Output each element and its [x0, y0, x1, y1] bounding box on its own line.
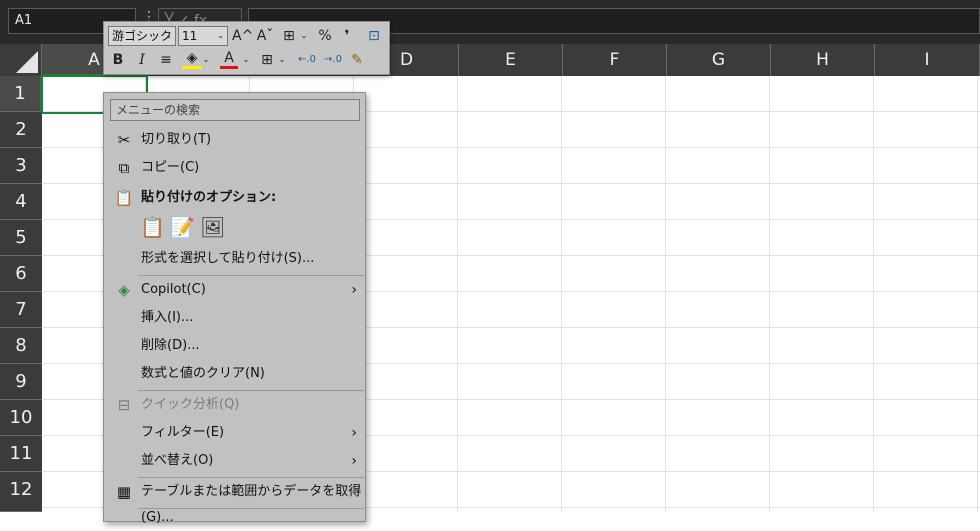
menu-item-label: テーブルまたは範囲からデータを取得(G)...	[141, 484, 362, 525]
row-header-2[interactable]: 2	[0, 112, 42, 148]
scissors-icon: ✂	[117, 131, 131, 149]
mini-toolbar: 游ゴシック ⌄ 11 ⌄ A^ Aˇ ⊞ ⌄ % ❜ ⊡ B I ≡ ◈ ⌄ A ⌄…	[103, 21, 390, 75]
clipboard-icon: 📋	[114, 189, 134, 207]
chevron-down-icon[interactable]: ⌄	[278, 50, 286, 70]
decrease-decimal-icon[interactable]: →.0	[322, 50, 344, 70]
menu-item-clear[interactable]: 数式と値のクリア(N)	[104, 361, 367, 387]
menu-item-paste-special[interactable]: 形式を選択して貼り付け(S)...	[104, 246, 367, 272]
paste-picture-icon[interactable]: 🖼	[200, 215, 225, 239]
copy-icon: ⧉	[118, 159, 130, 177]
shrink-font-button[interactable]: Aˇ	[256, 26, 274, 46]
menu-item-label: フィルター(E)	[141, 425, 225, 440]
column-header-f[interactable]: F	[563, 44, 667, 76]
menu-separator	[138, 477, 364, 478]
font-name: 游ゴシック	[112, 29, 173, 43]
menu-item-filter[interactable]: フィルター(E) ›	[104, 420, 367, 446]
italic-button[interactable]: I	[134, 50, 150, 70]
menu-item-label: コピー(C)	[141, 160, 200, 175]
grow-font-button[interactable]: A^	[232, 26, 253, 46]
menu-item-get-data[interactable]: ▦ テーブルまたは範囲からデータを取得(G)...	[104, 479, 367, 525]
chevron-down-icon[interactable]: ⌄	[242, 50, 250, 70]
menu-separator	[138, 508, 364, 509]
context-menu: メニューの検索 ✂ 切り取り(T) ⧉ コピー(C) 📋 貼り付けのオプション:…	[103, 92, 367, 525]
menu-item-label: 数式と値のクリア(N)	[141, 366, 265, 381]
bold-button[interactable]: B	[110, 50, 126, 70]
menu-item-label: 並べ替え(O)	[141, 453, 214, 468]
menu-separator	[138, 390, 364, 391]
percent-button[interactable]: %	[316, 26, 334, 46]
font-name-box[interactable]: 游ゴシック ⌄	[108, 26, 176, 46]
chevron-right-icon: ›	[351, 453, 357, 469]
fill-color-icon[interactable]: ◈	[182, 50, 202, 69]
font-color-icon[interactable]: A	[220, 50, 238, 69]
row-header-10[interactable]: 10	[0, 400, 42, 436]
quick-analysis-icon: ⊟	[117, 396, 131, 414]
column-header-g[interactable]: G	[667, 44, 771, 76]
table-icon: ▦	[116, 483, 132, 501]
menu-item-label: 挿入(I)...	[141, 310, 194, 325]
paste-values-icon[interactable]: 📋	[140, 215, 165, 239]
borders-icon[interactable]: ⊞	[258, 50, 276, 70]
number-format-icon[interactable]: ⊞	[279, 26, 299, 46]
menu-separator	[138, 275, 364, 276]
menu-item-delete[interactable]: 削除(D)...	[104, 333, 367, 359]
select-all-icon	[16, 51, 38, 73]
menu-item-sort[interactable]: 並べ替え(O) ›	[104, 448, 367, 474]
increase-decimal-icon[interactable]: ←.0	[296, 50, 318, 70]
menu-item-copilot[interactable]: ◈ Copilot(C) ›	[104, 277, 367, 303]
menu-item-quick-analysis: ⊟ クイック分析(Q)	[104, 392, 367, 418]
font-size-box[interactable]: 11 ⌄	[178, 26, 228, 46]
menu-search-input[interactable]: メニューの検索	[110, 99, 360, 121]
copilot-icon: ◈	[118, 281, 130, 299]
chevron-right-icon: ›	[351, 425, 357, 441]
menu-item-label: 切り取り(T)	[141, 132, 212, 147]
menu-item-paste-options: 📋 貼り付けのオプション:	[104, 185, 367, 211]
row-header-3[interactable]: 3	[0, 148, 42, 184]
chevron-right-icon: ›	[351, 282, 357, 298]
menu-item-label: 形式を選択して貼り付け(S)...	[141, 251, 315, 266]
paste-formulas-icon[interactable]: 📝	[170, 215, 195, 239]
chevron-down-icon[interactable]: ⌄	[217, 27, 224, 45]
name-box-value: A1	[15, 13, 33, 28]
row-header-4[interactable]: 4	[0, 184, 42, 220]
select-all-button[interactable]	[0, 44, 42, 76]
menu-item-copy[interactable]: ⧉ コピー(C)	[104, 155, 367, 181]
menu-item-label: 貼り付けのオプション:	[141, 190, 277, 205]
row-header-6[interactable]: 6	[0, 256, 42, 292]
row-header-11[interactable]: 11	[0, 436, 42, 472]
menu-item-label: Copilot(C)	[141, 282, 206, 297]
row-header-1[interactable]: 1	[0, 76, 42, 112]
merge-center-icon[interactable]: ⊡	[365, 26, 383, 46]
row-header-7[interactable]: 7	[0, 292, 42, 328]
font-size: 11	[182, 29, 198, 43]
comma-button[interactable]: ❜	[340, 26, 354, 46]
column-header-h[interactable]: H	[771, 44, 875, 76]
menu-item-insert[interactable]: 挿入(I)...	[104, 305, 367, 331]
menu-item-label: クイック分析(Q)	[141, 397, 240, 412]
menu-item-cut[interactable]: ✂ 切り取り(T)	[104, 127, 367, 153]
row-header-5[interactable]: 5	[0, 220, 42, 256]
column-header-e[interactable]: E	[459, 44, 563, 76]
align-center-icon[interactable]: ≡	[158, 50, 174, 70]
row-header-8[interactable]: 8	[0, 328, 42, 364]
chevron-down-icon[interactable]: ⌄	[202, 50, 210, 70]
chevron-down-icon[interactable]: ⌄	[165, 27, 172, 45]
format-painter-icon[interactable]: ✎	[348, 50, 366, 70]
menu-item-label: 削除(D)...	[141, 338, 200, 353]
chevron-down-icon[interactable]: ⌄	[300, 26, 308, 46]
row-header-9[interactable]: 9	[0, 364, 42, 400]
column-header-i[interactable]: I	[875, 44, 980, 76]
row-header-12[interactable]: 12	[0, 472, 42, 512]
